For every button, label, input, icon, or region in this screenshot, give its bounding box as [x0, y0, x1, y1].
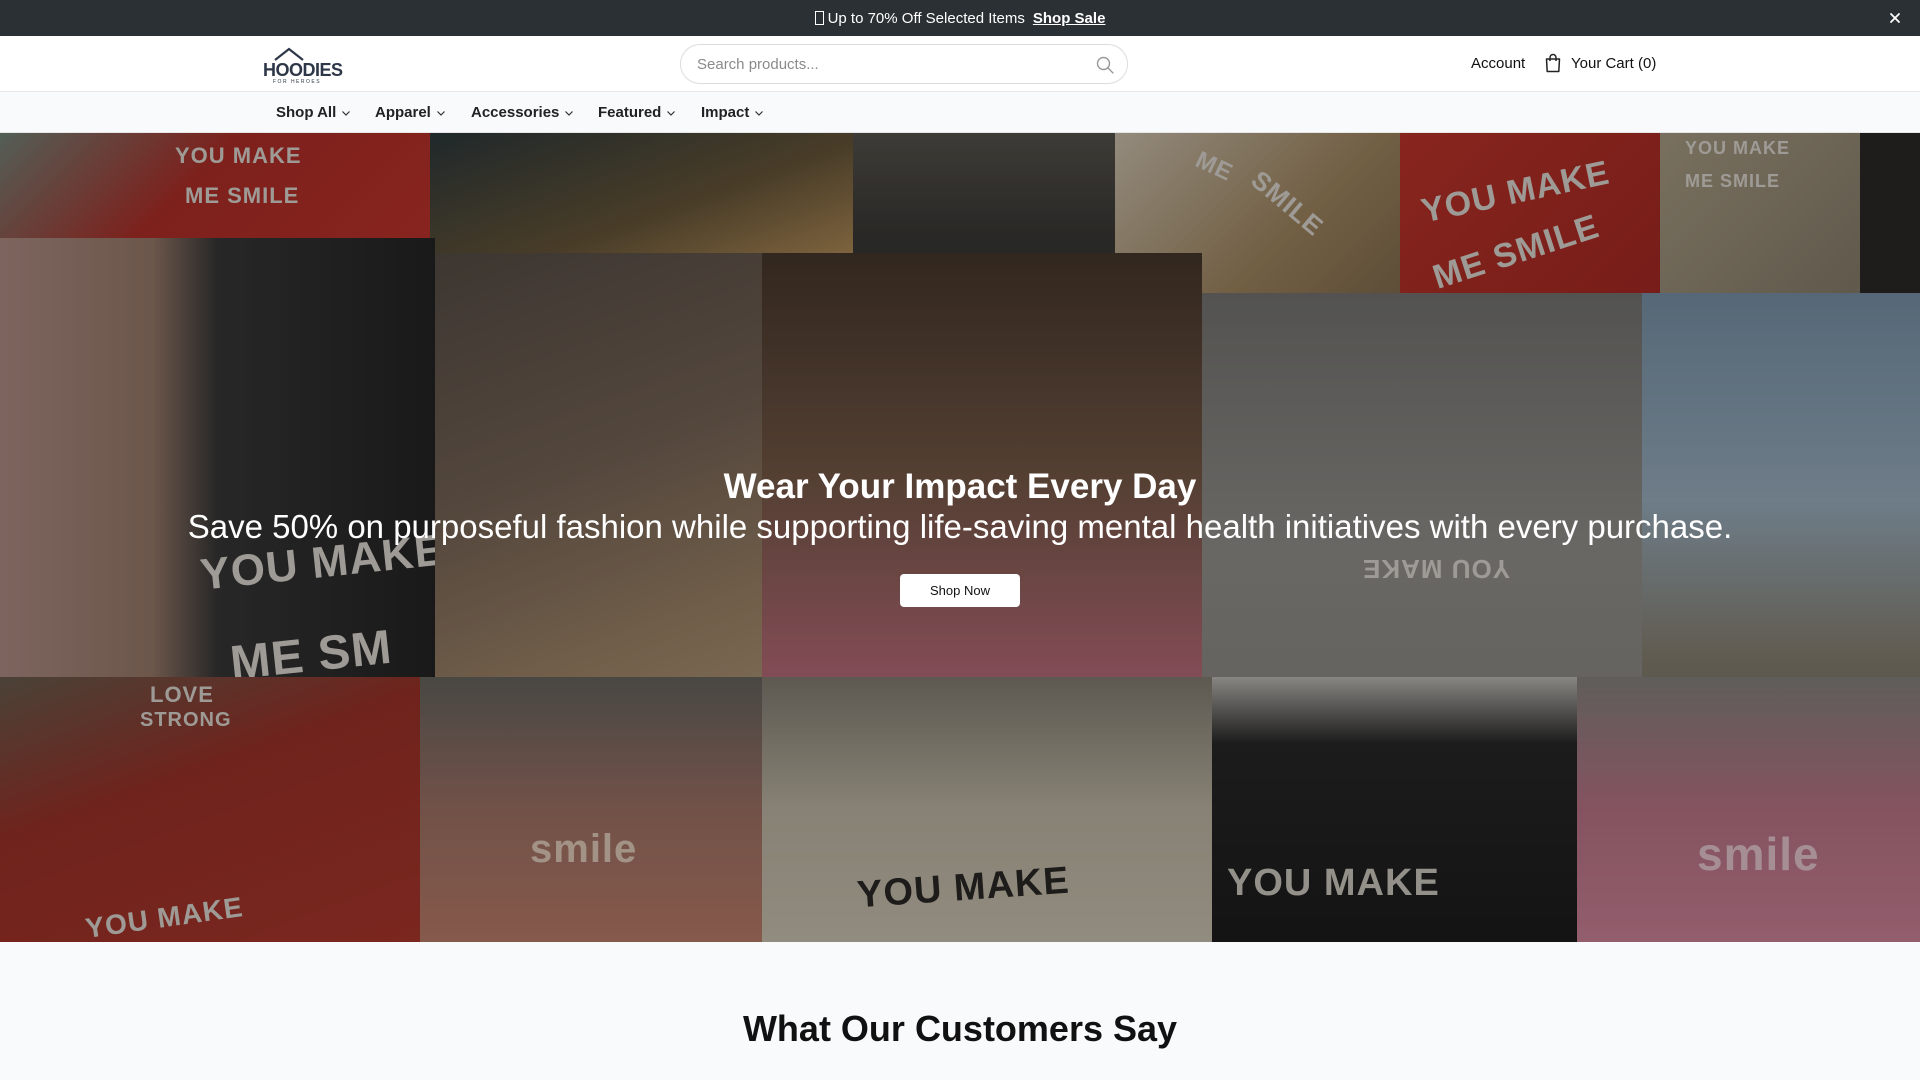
nav-label: Accessories: [471, 104, 560, 121]
nav-label: Featured: [598, 104, 662, 121]
nav-featured[interactable]: Featured: [598, 104, 676, 121]
nav-impact[interactable]: Impact: [701, 104, 764, 121]
testimonials-section: What Our Customers Say: [0, 942, 1920, 1080]
shopping-bag-icon: [1545, 53, 1561, 73]
nav-accessories[interactable]: Accessories: [471, 104, 574, 121]
close-icon[interactable]: [1886, 9, 1904, 27]
chevron-down-icon: [342, 110, 351, 116]
search-input[interactable]: [697, 45, 1077, 83]
announcement-text: Up to 70% Off Selected Items: [827, 9, 1025, 27]
nav-apparel[interactable]: Apparel: [375, 104, 446, 121]
main-nav: Shop All Apparel Accessories Featured Im…: [0, 92, 1920, 133]
chevron-down-icon: [755, 110, 764, 116]
chevron-down-icon: [667, 110, 676, 116]
announcement-bar: Up to 70% Off Selected Items Shop Sale: [0, 0, 1920, 36]
search-icon[interactable]: [1095, 55, 1115, 75]
shop-now-button[interactable]: Shop Now: [900, 574, 1020, 607]
hero-title: Wear Your Impact Every Day: [723, 467, 1197, 506]
logo-text: HOODIES: [263, 60, 343, 80]
chevron-down-icon: [436, 110, 445, 116]
shop-sale-link[interactable]: Shop Sale: [1033, 10, 1106, 27]
logo[interactable]: HOODIES FOR HEROES: [263, 46, 343, 85]
nav-label: Impact: [701, 104, 750, 121]
site-header: HOODIES FOR HEROES Account Your Cart (0): [0, 36, 1920, 92]
chevron-down-icon: [565, 110, 574, 116]
hero-subtitle: Save 50% on purposeful fashion while sup…: [187, 508, 1733, 545]
cart-label: Your Cart (0): [1571, 54, 1657, 72]
hero-banner: YOU MAKE ME SMILE ME SMILE YOU MAKE ME S…: [0, 133, 1920, 942]
nav-label: Apparel: [375, 104, 431, 121]
gift-icon: [814, 11, 824, 25]
nav-label: Shop All: [276, 104, 337, 121]
nav-shop-all[interactable]: Shop All: [276, 104, 351, 121]
section-heading: What Our Customers Say: [742, 1008, 1178, 1049]
account-link[interactable]: Account: [1471, 55, 1525, 72]
cart-link[interactable]: Your Cart (0): [1544, 53, 1656, 73]
logo-subtext: FOR HEROES: [273, 79, 322, 85]
search-box: [680, 44, 1128, 84]
